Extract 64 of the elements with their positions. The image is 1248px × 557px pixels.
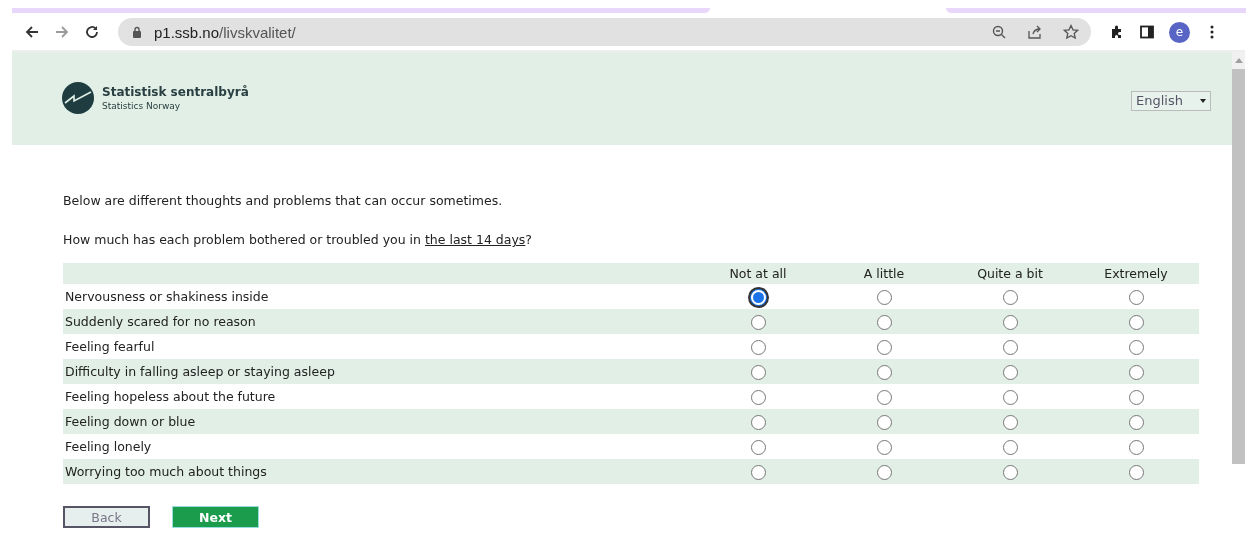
radio-button[interactable]: [1128, 389, 1144, 405]
radio-button[interactable]: [876, 314, 892, 330]
column-header: Not at all: [729, 266, 787, 281]
question-text: How much has each problem bothered or troubled you in the last 14 days?: [63, 232, 533, 247]
intro-text: Below are different thoughts and problems that can occur sometimes.: [63, 193, 504, 208]
address-bar[interactable]: p1.ssb.no/livskvalitet/: [118, 18, 1091, 46]
language-select[interactable]: English: [1131, 90, 1211, 111]
forward-icon[interactable]: [54, 24, 70, 40]
radio-button[interactable]: [1128, 439, 1144, 455]
radio-button[interactable]: [1002, 414, 1018, 430]
profile-avatar[interactable]: e: [1169, 21, 1190, 43]
star-icon[interactable]: [1063, 24, 1079, 40]
logo-icon: [62, 81, 94, 114]
radio-button[interactable]: [750, 414, 766, 430]
radio-button[interactable]: [750, 439, 766, 455]
statement-label: Feeling hopeless about the future: [65, 389, 276, 404]
dropdown-arrow-icon: [1200, 98, 1206, 103]
radio-button[interactable]: [1002, 314, 1018, 330]
radio-button[interactable]: [876, 289, 892, 305]
radio-button[interactable]: [750, 339, 766, 355]
radio-button[interactable]: [750, 389, 766, 405]
column-header: Extremely: [1104, 266, 1168, 281]
radio-button[interactable]: [750, 364, 766, 380]
radio-button[interactable]: [876, 339, 892, 355]
radio-button[interactable]: [876, 464, 892, 480]
radio-button[interactable]: [1002, 289, 1018, 305]
radio-button[interactable]: [1128, 339, 1144, 355]
lock-icon[interactable]: [132, 26, 142, 38]
zoom-out-icon[interactable]: [991, 24, 1007, 40]
statement-label: Feeling lonely: [65, 439, 152, 454]
radio-button[interactable]: [1002, 389, 1018, 405]
radio-button[interactable]: [876, 364, 892, 380]
radio-button[interactable]: [1002, 364, 1018, 380]
radio-button[interactable]: [1002, 464, 1018, 480]
statement-label: Difficulty in falling asleep or staying asleep: [65, 364, 335, 379]
radio-button[interactable]: [1128, 364, 1144, 380]
statement-label: Suddenly scared for no reason: [65, 314, 256, 329]
logo-title: Statistisk sentralbyrå: [102, 84, 249, 99]
radio-button[interactable]: [876, 389, 892, 405]
scrollbar[interactable]: [1232, 52, 1245, 464]
reload-icon[interactable]: [84, 24, 100, 40]
radio-button[interactable]: [1002, 339, 1018, 355]
radio-button[interactable]: [750, 314, 766, 330]
radio-button[interactable]: [876, 439, 892, 455]
logo-subtitle: Statistics Norway: [102, 100, 182, 111]
back-icon[interactable]: [24, 24, 40, 40]
column-header: A little: [863, 266, 905, 281]
radio-button[interactable]: [1002, 439, 1018, 455]
column-header: Quite a bit: [977, 266, 1043, 281]
radio-button[interactable]: [750, 464, 766, 480]
radio-button[interactable]: [1128, 314, 1144, 330]
scroll-up-icon[interactable]: [1234, 58, 1243, 63]
radio-button[interactable]: [1128, 289, 1144, 305]
side-panel-icon[interactable]: [1139, 24, 1155, 40]
statement-label: Nervousness or shakiness inside: [65, 289, 269, 304]
back-button[interactable]: Back: [63, 506, 150, 528]
statement-label: Feeling fearful: [65, 339, 155, 354]
next-button[interactable]: Next: [172, 506, 259, 528]
share-icon[interactable]: [1027, 24, 1043, 40]
statement-label: Worrying too much about things: [65, 464, 267, 479]
radio-button[interactable]: [1128, 414, 1144, 430]
radio-button[interactable]: [1128, 464, 1144, 480]
radio-button[interactable]: [876, 414, 892, 430]
statement-label: Feeling down or blue: [65, 414, 196, 429]
